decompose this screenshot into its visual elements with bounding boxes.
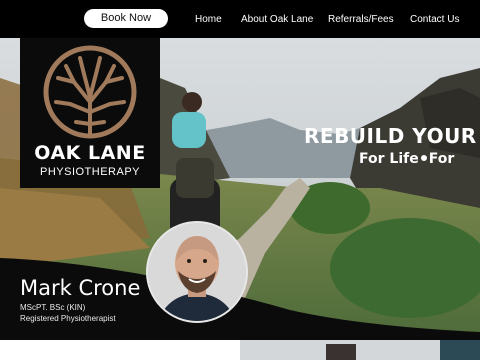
therapist-title: Registered Physiotherapist (20, 314, 116, 323)
nav-about[interactable]: About Oak Lane (241, 14, 313, 25)
nav-home[interactable]: Home (195, 14, 222, 25)
main-nav: Home About Oak Lane Referrals/Fees Conta… (0, 14, 480, 28)
therapist-avatar (146, 221, 248, 323)
hero-headline: REBUILD YOUR (304, 124, 477, 148)
logo-subtitle: PHYSIOTHERAPY (39, 166, 141, 178)
subheadline-left: For Life (359, 151, 419, 167)
next-section-image (240, 340, 480, 360)
nav-contact[interactable]: Contact Us (410, 14, 459, 25)
oak-tree-icon (43, 45, 137, 139)
therapist-credentials: MScPT. BSc (KIN) (20, 303, 86, 312)
logo-name: OAK LANE (34, 142, 146, 164)
hero-subheadline: For Life For (359, 151, 454, 167)
top-navigation-bar: Book Now Home About Oak Lane Referrals/F… (0, 0, 480, 38)
nav-referrals-fees[interactable]: Referrals/Fees (328, 14, 394, 25)
therapist-photo (148, 223, 246, 321)
oak-lane-logo[interactable]: OAK LANE PHYSIOTHERAPY (20, 38, 160, 188)
therapist-name: Mark Crone (20, 276, 141, 300)
bullet-icon (420, 155, 427, 161)
subheadline-right: For (428, 151, 455, 167)
